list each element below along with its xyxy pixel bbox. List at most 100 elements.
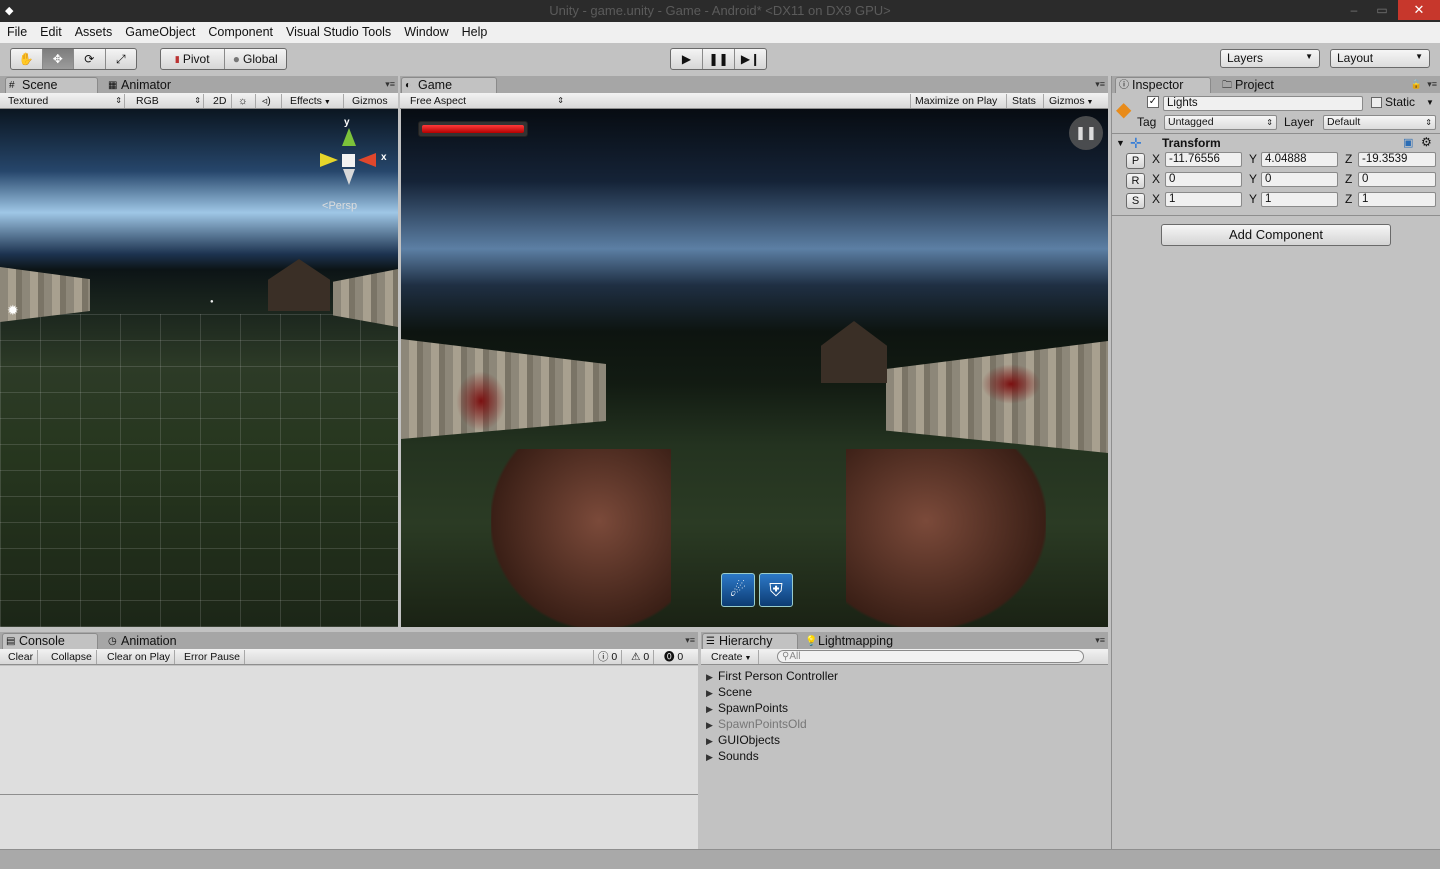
scale-x-field[interactable]: 1 <box>1165 192 1242 207</box>
hierarchy-item-first-person-controller[interactable]: ▶ First Person Controller <box>706 668 838 684</box>
tab-scene[interactable]: # Scene <box>5 77 98 93</box>
scale-tool-button[interactable]: ⤢ <box>106 49 137 69</box>
foldout-arrow-icon[interactable]: ▼ <box>1116 138 1125 148</box>
scene-lighting-button[interactable]: ☼ <box>234 94 256 108</box>
game-viewport[interactable]: ❚❚ ☄ ⛨ <box>401 109 1108 627</box>
menu-assets[interactable]: Assets <box>68 22 119 39</box>
expand-arrow-icon[interactable]: ▶ <box>706 749 718 765</box>
maximize-button[interactable]: ▭ <box>1368 0 1396 20</box>
move-tool-button[interactable]: ✥ <box>42 49 74 69</box>
position-x-field[interactable]: -11.76556 <box>1165 152 1242 167</box>
rotation-y-field[interactable]: 0 <box>1261 172 1338 187</box>
expand-arrow-icon[interactable]: ▶ <box>706 717 718 733</box>
rotation-reset-button[interactable]: R <box>1126 173 1145 189</box>
expand-arrow-icon[interactable]: ▶ <box>706 685 718 701</box>
step-button[interactable]: ▶❙ <box>735 49 766 69</box>
panel-menu-icon[interactable]: ▾≡ <box>385 79 395 90</box>
console-collapse-button[interactable]: Collapse <box>47 650 97 664</box>
render-mode-dropdown[interactable]: RGB ⇕ <box>132 94 204 108</box>
hierarchy-create-dropdown[interactable]: Create ▼ <box>707 650 759 664</box>
maximize-on-play-toggle[interactable]: Maximize on Play <box>910 94 1007 108</box>
menu-visual-studio-tools[interactable]: Visual Studio Tools <box>279 22 397 39</box>
tab-animator[interactable]: ▦ Animator <box>104 77 194 93</box>
menu-component[interactable]: Component <box>201 22 279 39</box>
hierarchy-item-scene[interactable]: ▶ Scene <box>706 684 752 700</box>
scale-y-field[interactable]: 1 <box>1261 192 1338 207</box>
object-name-field[interactable]: Lights <box>1163 96 1363 111</box>
rotation-x-field[interactable]: 0 <box>1165 172 1242 187</box>
tab-project[interactable]: 🗀 Project <box>1218 77 1314 93</box>
2d-toggle-button[interactable]: 2D <box>209 94 232 108</box>
expand-arrow-icon[interactable]: ▶ <box>706 701 718 717</box>
position-reset-button[interactable]: P <box>1126 153 1145 169</box>
ability-shield-icon[interactable]: ⛨ <box>759 573 793 607</box>
panel-menu-icon[interactable]: ▾≡ <box>1427 79 1437 90</box>
scene-audio-button[interactable]: ◃) <box>258 94 282 108</box>
close-button[interactable]: ✕ <box>1398 0 1440 20</box>
hierarchy-item-spawnpoints[interactable]: ▶ SpawnPoints <box>706 700 788 716</box>
pause-button[interactable]: ❚❚ <box>703 49 735 69</box>
layers-dropdown[interactable]: Layers ▼ <box>1220 49 1320 68</box>
projection-label[interactable]: <Persp <box>322 200 357 212</box>
menu-edit[interactable]: Edit <box>33 22 68 39</box>
expand-arrow-icon[interactable]: ▶ <box>706 733 718 749</box>
clear-on-play-toggle[interactable]: Clear on Play <box>103 650 176 664</box>
play-button[interactable]: ▶ <box>671 49 703 69</box>
position-y-field[interactable]: 4.04888 <box>1261 152 1338 167</box>
static-dropdown-arrow-icon[interactable]: ▼ <box>1426 98 1434 107</box>
tab-game[interactable]: ◐ Game <box>401 77 497 93</box>
panel-menu-icon[interactable]: ▾≡ <box>1095 635 1105 646</box>
layout-dropdown[interactable]: Layout ▼ <box>1330 49 1430 68</box>
warning-count-toggle[interactable]: ⚠ 0 <box>627 650 655 664</box>
tab-console[interactable]: ▤ Console <box>2 633 98 649</box>
tag-dropdown[interactable]: Untagged ⇕ <box>1164 115 1277 130</box>
stats-toggle[interactable]: Stats <box>1008 94 1044 108</box>
active-checkbox[interactable]: ✓ <box>1147 96 1159 108</box>
scene-viewport[interactable]: ✹ ● y x <Persp <box>0 109 398 627</box>
console-clear-button[interactable]: Clear <box>4 650 39 664</box>
scale-z-field[interactable]: 1 <box>1358 192 1436 207</box>
console-log-list[interactable] <box>0 666 698 794</box>
expand-arrow-icon[interactable]: ▶ <box>706 669 718 685</box>
aspect-dropdown[interactable]: Free Aspect ⇕ <box>406 94 566 108</box>
tab-inspector[interactable]: ⓘ Inspector <box>1115 77 1211 93</box>
add-component-button[interactable]: Add Component <box>1161 224 1391 246</box>
tab-lightmapping[interactable]: 💡 Lightmapping <box>801 633 911 649</box>
effects-dropdown[interactable]: Effects ▼ <box>286 94 344 108</box>
static-checkbox[interactable] <box>1371 97 1382 108</box>
gear-icon[interactable]: ⚙ <box>1421 135 1432 149</box>
draw-mode-dropdown[interactable]: Textured ⇕ <box>4 94 125 108</box>
console-detail-area[interactable] <box>0 795 698 849</box>
ability-dash-icon[interactable]: ☄ <box>721 573 755 607</box>
hierarchy-item-guiobjects[interactable]: ▶ GUIObjects <box>706 732 780 748</box>
game-gizmos-dropdown[interactable]: Gizmos ▼ <box>1045 94 1103 108</box>
scene-gizmos-dropdown[interactable]: Gizmos <box>348 94 396 108</box>
minimize-button[interactable]: ‒ <box>1340 0 1368 20</box>
menu-file[interactable]: File <box>0 22 33 39</box>
tab-hierarchy[interactable]: ☰ Hierarchy <box>702 633 798 649</box>
help-book-icon[interactable]: ▣ <box>1403 136 1413 149</box>
pivot-button[interactable]: ▮ Pivot <box>161 49 225 69</box>
hierarchy-search-input[interactable]: ⚲All <box>777 650 1084 663</box>
layer-dropdown[interactable]: Default ⇕ <box>1323 115 1436 130</box>
error-count-toggle[interactable]: ⓿ 0 <box>660 650 687 664</box>
lock-icon[interactable]: 🔒 <box>1411 79 1422 90</box>
menu-help[interactable]: Help <box>455 22 494 39</box>
panel-menu-icon[interactable]: ▾≡ <box>685 635 695 646</box>
menu-gameobject[interactable]: GameObject <box>118 22 201 39</box>
log-count-toggle[interactable]: ⓘ 0 <box>593 650 623 664</box>
error-pause-toggle[interactable]: Error Pause <box>180 650 246 664</box>
tab-animation[interactable]: ◷ Animation <box>104 633 200 649</box>
hand-tool-button[interactable]: ✋ <box>11 49 43 69</box>
menu-window[interactable]: Window <box>397 22 454 39</box>
rotation-z-field[interactable]: 0 <box>1358 172 1436 187</box>
hierarchy-item-spawnpointsold[interactable]: ▶ SpawnPointsOld <box>706 716 807 732</box>
scene-orientation-gizmo[interactable]: y x <Persp <box>318 117 390 212</box>
scale-reset-button[interactable]: S <box>1126 193 1145 209</box>
position-z-field[interactable]: -19.3539 <box>1358 152 1436 167</box>
global-button[interactable]: ● Global <box>225 49 287 69</box>
pause-game-button[interactable]: ❚❚ <box>1069 116 1103 150</box>
rotate-tool-button[interactable]: ⟳ <box>74 49 106 69</box>
hierarchy-item-sounds[interactable]: ▶ Sounds <box>706 748 759 764</box>
panel-menu-icon[interactable]: ▾≡ <box>1095 79 1105 90</box>
